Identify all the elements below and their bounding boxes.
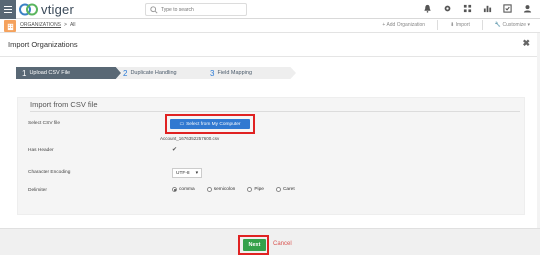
breadcrumb-bar: ORGANIZATIONS > All + Add Organization ⬇… — [0, 19, 540, 33]
has-header-label: Has Header — [28, 148, 54, 153]
step-number: 3 — [210, 68, 215, 78]
has-header-checkbox[interactable]: ✔ — [172, 146, 177, 153]
encoding-select[interactable]: UTF-8 ▾ — [172, 168, 202, 178]
chevron-down-icon: ▾ — [195, 170, 198, 176]
divider — [437, 20, 439, 30]
app-name: vtiger — [41, 2, 74, 17]
tasks-icon[interactable] — [503, 4, 512, 13]
chart-icon[interactable] — [483, 4, 492, 13]
global-search[interactable] — [145, 3, 247, 16]
import-form-panel: Import from CSV file Select CSV file ▭ S… — [17, 97, 525, 215]
delimiter-options: comma semicolon Pipe Caret — [172, 187, 295, 192]
select-button-label: Select from My Computer — [186, 121, 241, 127]
close-icon[interactable]: ✖ — [522, 38, 530, 49]
divider — [481, 20, 483, 30]
radio-label: comma — [179, 187, 195, 192]
grid-icon[interactable] — [463, 4, 472, 13]
breadcrumb: ORGANIZATIONS > All — [20, 22, 76, 28]
top-icons — [423, 4, 532, 13]
customize-button[interactable]: 🔧 Customize ▾ — [495, 22, 530, 30]
customize-label: Customize — [502, 22, 527, 28]
search-icon — [150, 6, 158, 14]
selected-file-name: Account_1676352257600.csv — [160, 136, 220, 141]
modal-footer: Next Cancel — [0, 228, 540, 255]
bell-icon[interactable] — [423, 4, 432, 13]
vtiger-logo[interactable]: vtiger — [18, 2, 74, 17]
top-bar: vtiger — [0, 0, 540, 19]
radio[interactable] — [206, 187, 212, 192]
step-number: 2 — [123, 68, 128, 78]
step-label: Upload CSV File — [29, 70, 71, 76]
radio-selected[interactable] — [172, 187, 177, 192]
select-file-label: Select CSV file — [28, 121, 60, 126]
divider — [30, 111, 520, 112]
encoding-label: Character Encoding — [28, 170, 71, 175]
breadcrumb-module[interactable]: ORGANIZATIONS — [20, 22, 61, 28]
delimiter-pipe[interactable]: Pipe — [247, 187, 264, 192]
gear-icon[interactable] — [443, 4, 452, 13]
modal-header: Import Organizations ✖ — [0, 33, 540, 57]
logo-icon — [19, 3, 38, 16]
import-button[interactable]: ⬇ Import — [450, 22, 470, 30]
select-from-computer-button[interactable]: ▭ Select from My Computer — [170, 119, 250, 129]
radio[interactable] — [247, 187, 253, 192]
user-icon[interactable] — [523, 4, 532, 13]
delimiter-semicolon[interactable]: semicolon — [206, 187, 236, 192]
breadcrumb-view[interactable]: All — [70, 22, 76, 28]
radio-label: Caret — [282, 187, 295, 192]
step-field-mapping: 3 Field Mapping — [203, 67, 296, 79]
step-label: Field Mapping — [217, 70, 252, 76]
import-label: Import — [455, 22, 470, 28]
modal-title: Import Organizations — [8, 40, 78, 49]
cancel-link[interactable]: Cancel — [273, 241, 292, 247]
radio[interactable] — [275, 187, 281, 192]
organizations-module-icon[interactable] — [4, 20, 16, 32]
delimiter-label: Delimiter — [28, 188, 47, 193]
search-input[interactable] — [161, 5, 245, 15]
menu-icon[interactable] — [0, 0, 16, 19]
encoding-value: UTF-8 — [176, 170, 190, 176]
step-duplicate-handling: 2 Duplicate Handling — [116, 67, 209, 79]
monitor-icon: ▭ — [179, 121, 185, 127]
radio-label: semicolon — [213, 187, 236, 192]
step-label: Duplicate Handling — [130, 70, 177, 76]
delimiter-comma[interactable]: comma — [172, 187, 195, 192]
step-upload-csv: 1 Upload CSV File — [16, 67, 121, 79]
next-button[interactable]: Next — [243, 239, 266, 251]
step-number: 1 — [22, 68, 27, 78]
section-title: Import from CSV file — [30, 100, 98, 109]
building-icon — [7, 23, 13, 30]
breadcrumb-separator: > — [64, 22, 67, 28]
delimiter-caret[interactable]: Caret — [275, 187, 295, 192]
header-actions: + Add Organization ⬇ Import 🔧 Customize … — [382, 20, 530, 30]
radio-label: Pipe — [254, 187, 264, 192]
add-organization-button[interactable]: + Add Organization — [382, 22, 425, 30]
